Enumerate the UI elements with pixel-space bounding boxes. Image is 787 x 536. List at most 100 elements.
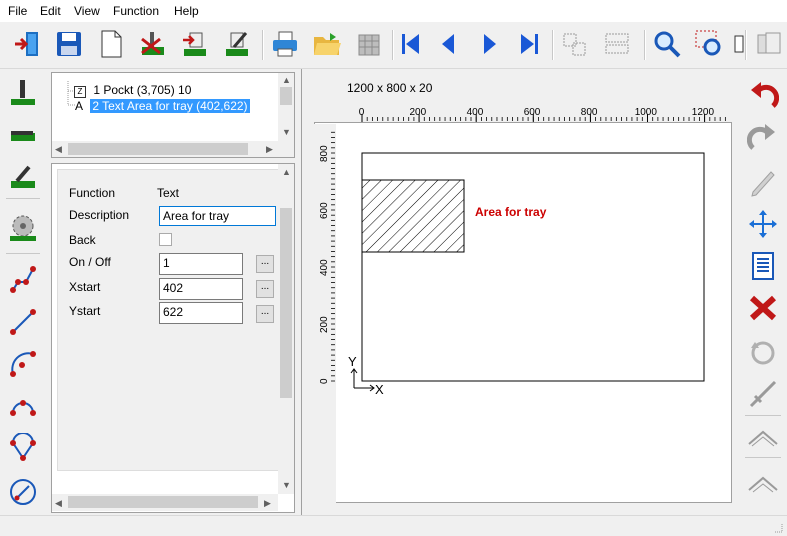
chamfer-button[interactable] <box>745 421 781 455</box>
tree-horizontal-scrollbar[interactable]: ◀ ▶ <box>52 141 294 157</box>
redo-button[interactable] <box>745 121 781 155</box>
properties-vscroll-thumb[interactable] <box>280 208 292 398</box>
zoom-button[interactable] <box>650 27 684 61</box>
properties-button[interactable] <box>752 27 786 61</box>
circle-button[interactable] <box>6 475 40 509</box>
ystart-field[interactable]: 622 <box>159 302 243 324</box>
menu-help[interactable]: Help <box>174 4 199 18</box>
angled-drill-button[interactable] <box>6 159 40 193</box>
scroll-down-icon[interactable]: ▼ <box>282 127 291 137</box>
properties-vertical-scrollbar[interactable]: ▲ ▼ <box>278 164 294 494</box>
floppy-disk-icon <box>57 32 81 56</box>
undo-button[interactable] <box>745 79 781 113</box>
scroll-left-icon[interactable]: ◀ <box>55 144 62 154</box>
polyline-button[interactable] <box>6 263 40 297</box>
axis-x-label: X <box>375 382 384 397</box>
edit-tool-button[interactable] <box>220 27 254 61</box>
tree-hscroll-thumb[interactable] <box>68 143 248 155</box>
zoom-extra-button[interactable] <box>734 27 744 61</box>
ystart-label: Ystart <box>69 304 101 318</box>
properties-horizontal-scrollbar[interactable]: ◀ ▶ <box>52 494 278 511</box>
right-tool-strip <box>741 69 787 515</box>
scroll-right-icon[interactable]: ▶ <box>266 144 273 154</box>
function-label: Function <box>69 186 116 200</box>
polyline-icon <box>10 266 36 293</box>
last-button[interactable] <box>512 27 546 61</box>
rotate-button[interactable] <box>745 335 781 369</box>
zoom-window-icon <box>695 30 721 56</box>
paste-block-button[interactable] <box>600 27 634 61</box>
groove-icon <box>11 131 35 141</box>
menu-function[interactable]: Function <box>113 4 159 18</box>
description-field[interactable]: Area for tray <box>159 206 276 226</box>
previous-button[interactable] <box>432 27 466 61</box>
first-button[interactable] <box>394 27 428 61</box>
xstart-field[interactable]: 402 <box>159 278 243 300</box>
exit-button[interactable] <box>10 27 44 61</box>
back-checkbox[interactable] <box>159 233 172 246</box>
drill-tool-button[interactable] <box>6 75 40 109</box>
move-button[interactable] <box>745 207 781 241</box>
next-button[interactable] <box>472 27 506 61</box>
text-icon: A <box>74 99 83 113</box>
line-button[interactable] <box>6 305 40 339</box>
import-tool-button[interactable] <box>178 27 212 61</box>
scroll-right-icon[interactable]: ▶ <box>264 498 271 508</box>
tree-item-text[interactable]: A 2 Text Area for tray (402,622) <box>74 99 250 114</box>
x-tick-label: 600 <box>524 107 541 118</box>
delete-tool-button[interactable] <box>136 27 170 61</box>
resize-grip-icon[interactable] <box>772 522 784 534</box>
red-x-icon <box>749 295 777 321</box>
element-tree: Z 1 Pockt (3,705) 10 A 2 Text Area for t… <box>51 72 295 158</box>
list-button[interactable] <box>745 249 781 283</box>
menu-file[interactable]: File <box>8 4 27 18</box>
saw-blade-button[interactable] <box>6 211 40 245</box>
arc-three-point-button[interactable] <box>6 389 40 423</box>
import-tool-icon <box>183 32 206 56</box>
y-tick-label: 0 <box>319 378 330 384</box>
new-button[interactable] <box>94 27 128 61</box>
tree-vscroll-thumb[interactable] <box>280 87 292 105</box>
x-tick-label: 800 <box>581 107 598 118</box>
arc-three-point-icon <box>10 400 36 416</box>
print-button[interactable] <box>268 27 302 61</box>
arc-center-button[interactable] <box>6 347 40 381</box>
menu-bar: File Edit View Function Help <box>0 0 787 22</box>
rotate-icon <box>751 341 775 365</box>
function-value: Text <box>157 186 180 200</box>
scroll-up-icon[interactable]: ▲ <box>282 167 291 177</box>
back-label: Back <box>69 233 96 247</box>
xstart-more-button[interactable]: ... <box>256 280 274 298</box>
tree-vertical-scrollbar[interactable]: ▲ ▼ <box>278 73 294 141</box>
zoom-window-button[interactable] <box>692 27 726 61</box>
onoff-field[interactable]: 1 <box>159 253 243 275</box>
copy-block-button[interactable] <box>558 27 592 61</box>
menu-edit[interactable]: Edit <box>40 4 61 18</box>
saw-groove-button[interactable] <box>6 117 40 151</box>
toolbar <box>0 22 787 69</box>
calculator-icon <box>358 34 380 56</box>
tree-item-pocket[interactable]: Z 1 Pockt (3,705) 10 <box>74 83 191 98</box>
fillet-button[interactable] <box>745 465 781 499</box>
y-tick-label: 800 <box>319 145 330 162</box>
arc-tangent-button[interactable] <box>6 431 40 465</box>
draw-button[interactable] <box>745 165 781 199</box>
ystart-more-button[interactable]: ... <box>256 305 274 323</box>
properties-hscroll-thumb[interactable] <box>68 496 258 508</box>
open-button[interactable] <box>310 27 344 61</box>
undo-icon <box>751 82 779 108</box>
split-button[interactable] <box>745 377 781 411</box>
onoff-more-button[interactable]: ... <box>256 255 274 273</box>
scroll-down-icon[interactable]: ▼ <box>282 480 291 490</box>
table-button[interactable] <box>352 27 386 61</box>
menu-view[interactable]: View <box>74 4 100 18</box>
pocket-shape[interactable] <box>361 179 465 253</box>
scroll-left-icon[interactable]: ◀ <box>55 498 62 508</box>
scroll-up-icon[interactable]: ▲ <box>282 75 291 85</box>
delete-button[interactable] <box>745 291 781 325</box>
save-button[interactable] <box>52 27 86 61</box>
tree-item-text-label: 2 Text Area for tray (402,622) <box>90 99 250 113</box>
x-tick-label: 200 <box>410 107 427 118</box>
x-tick-label: 1000 <box>635 107 658 118</box>
text-annotation[interactable]: Area for tray <box>475 205 547 219</box>
